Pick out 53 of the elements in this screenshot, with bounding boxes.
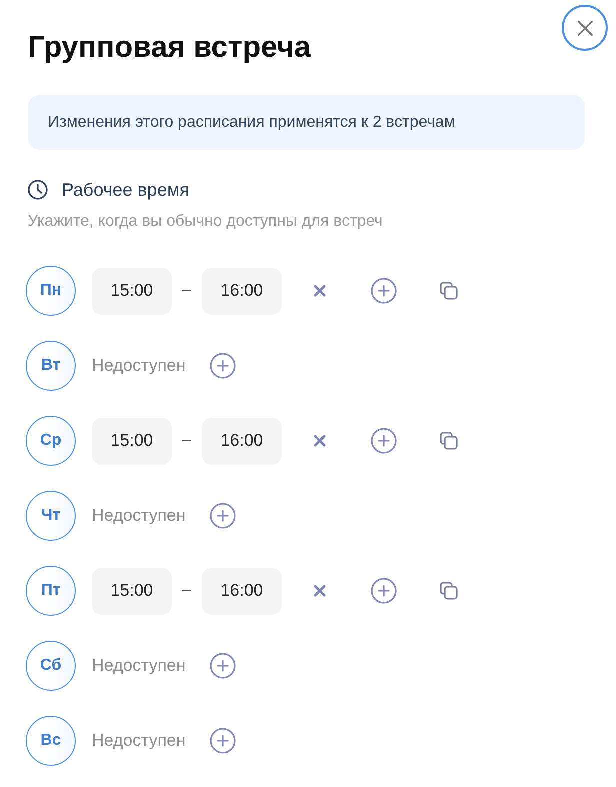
close-icon	[576, 20, 594, 36]
plus-circle-icon	[210, 353, 236, 379]
range-dash: –	[182, 432, 192, 450]
copy-button[interactable]	[439, 431, 459, 451]
close-button[interactable]	[562, 5, 608, 51]
weekday-toggle[interactable]: Пт	[26, 566, 76, 616]
plus-circle-icon	[210, 653, 236, 679]
unavailable-label: Недоступен	[92, 506, 186, 526]
plus-circle-icon	[371, 578, 397, 604]
plus-circle-icon	[371, 278, 397, 304]
weekday-toggle[interactable]: Пн	[26, 266, 76, 316]
add-slot-button[interactable]	[210, 503, 236, 529]
plus-circle-icon	[210, 728, 236, 754]
x-icon	[314, 435, 326, 447]
copy-button[interactable]	[439, 581, 459, 601]
unavailable-label: Недоступен	[92, 731, 186, 751]
remove-slot-button[interactable]	[314, 285, 326, 297]
add-slot-button[interactable]	[210, 353, 236, 379]
section-title: Рабочее время	[62, 180, 190, 200]
dialog-title: Групповая встреча	[28, 30, 312, 66]
start-time-field[interactable]: 15:00	[92, 568, 172, 614]
section-hint: Укажите, когда вы обычно доступны для встреч	[28, 212, 384, 232]
weekday-toggle[interactable]: Ср	[26, 416, 76, 466]
weekday-toggle[interactable]: Чт	[26, 491, 76, 541]
copy-icon	[439, 581, 459, 601]
remove-slot-button[interactable]	[314, 585, 326, 597]
end-time-field[interactable]: 16:00	[202, 268, 282, 314]
unavailable-label: Недоступен	[92, 356, 186, 376]
weekday-toggle[interactable]: Вс	[26, 716, 76, 766]
plus-circle-icon	[371, 428, 397, 454]
x-icon	[314, 585, 326, 597]
add-slot-button[interactable]	[371, 428, 397, 454]
add-slot-button[interactable]	[210, 728, 236, 754]
range-dash: –	[182, 282, 192, 300]
start-time-field[interactable]: 15:00	[92, 418, 172, 464]
plus-circle-icon	[210, 503, 236, 529]
x-icon	[314, 285, 326, 297]
add-slot-button[interactable]	[371, 278, 397, 304]
weekday-toggle[interactable]: Вт	[26, 341, 76, 391]
end-time-field[interactable]: 16:00	[202, 418, 282, 464]
remove-slot-button[interactable]	[314, 435, 326, 447]
weekday-toggle[interactable]: Сб	[26, 641, 76, 691]
start-time-field[interactable]: 15:00	[92, 268, 172, 314]
unavailable-label: Недоступен	[92, 656, 186, 676]
copy-button[interactable]	[439, 281, 459, 301]
add-slot-button[interactable]	[210, 653, 236, 679]
copy-icon	[439, 281, 459, 301]
info-banner: Изменения этого расписания применятся к 2 встречам	[28, 95, 585, 150]
range-dash: –	[182, 582, 192, 600]
end-time-field[interactable]: 16:00	[202, 568, 282, 614]
copy-icon	[439, 431, 459, 451]
clock-icon	[28, 180, 48, 200]
add-slot-button[interactable]	[371, 578, 397, 604]
